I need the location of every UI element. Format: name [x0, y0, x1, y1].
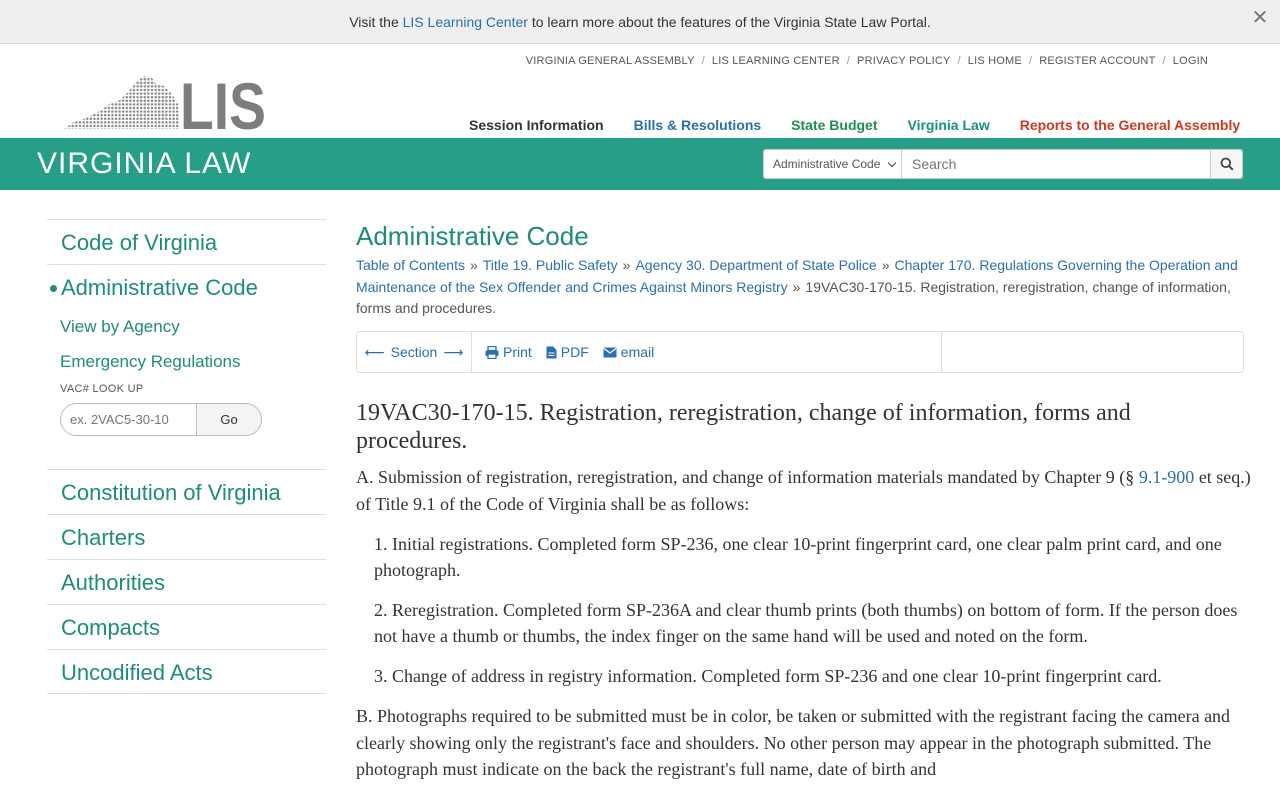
- email-label: email: [620, 344, 655, 360]
- active-indicator: [50, 285, 57, 292]
- paragraph-b: B. Photographs required to be submitted …: [356, 706, 1231, 779]
- file-icon: [546, 346, 557, 358]
- breadcrumb-agency-30[interactable]: Agency 30. Department of State Police: [635, 257, 876, 273]
- breadcrumb-table-of-contents[interactable]: Table of Contents: [356, 257, 465, 273]
- nav-session-information[interactable]: Session Information: [469, 117, 604, 133]
- sidebar-item-compacts[interactable]: Compacts: [47, 604, 326, 649]
- banner-text-prefix: Visit the: [349, 14, 403, 30]
- nav-state-budget[interactable]: State Budget: [791, 117, 877, 133]
- print-button[interactable]: Print: [485, 344, 532, 360]
- list-item: 1. Initial registrations. Completed form…: [374, 534, 1222, 580]
- search-icon: [1220, 157, 1234, 171]
- code-reference-link[interactable]: 9.1-900: [1139, 467, 1195, 487]
- sidebar-item-administrative-code[interactable]: Administrative Code: [47, 264, 326, 309]
- utility-link-register-account[interactable]: REGISTER ACCOUNT: [1039, 55, 1155, 67]
- nav-reports[interactable]: Reports to the General Assembly: [1020, 117, 1240, 133]
- banner-learning-center-link[interactable]: LIS Learning Center: [403, 14, 528, 30]
- paragraph-a: A. Submission of registration, reregistr…: [356, 464, 1256, 517]
- sidebar: Code of Virginia Administrative Code Vie…: [47, 219, 326, 694]
- virginia-map-dots-icon: LIS: [64, 69, 266, 143]
- section-body: 19VAC30-170-15. Registration, reregistra…: [356, 399, 1256, 783]
- sidebar-item-uncodified-acts[interactable]: Uncodified Acts: [47, 649, 326, 694]
- section-header-bar: VIRGINIA LAW Administrative Code: [0, 138, 1280, 190]
- sidebar-item-constitution[interactable]: Constitution of Virginia: [47, 469, 326, 514]
- section-label: Section: [390, 344, 438, 360]
- breadcrumb: Table of Contents» Title 19. Public Safet…: [356, 257, 1238, 316]
- toolbar-divider: [941, 332, 942, 372]
- search-button[interactable]: [1211, 149, 1243, 179]
- vac-lookup-label: VAC# LOOK UP: [60, 383, 144, 395]
- utility-link-general-assembly[interactable]: VIRGINIA GENERAL ASSEMBLY: [526, 55, 695, 67]
- paragraph-a-text: A. Submission of registration, reregistr…: [356, 467, 1139, 487]
- section-nav: ⟵ Section ⟶: [357, 332, 472, 372]
- page-title: Administrative Code: [356, 221, 589, 251]
- vac-lookup: VAC# LOOK UP Go: [47, 379, 326, 469]
- lis-logo[interactable]: LIS: [64, 69, 266, 143]
- document-actions: Print PDF email: [485, 332, 668, 372]
- sidebar-subitem-view-by-agency[interactable]: View by Agency: [47, 309, 326, 344]
- main-nav: Session Information Bills & Resolutions St…: [469, 117, 1240, 133]
- document-toolbar: ⟵ Section ⟶ Print PDF email: [356, 331, 1244, 373]
- sidebar-item-charters[interactable]: Charters: [47, 514, 326, 559]
- utility-link-lis-home[interactable]: LIS HOME: [968, 55, 1022, 67]
- nav-virginia-law[interactable]: Virginia Law: [908, 117, 990, 133]
- sidebar-item-code-of-virginia[interactable]: Code of Virginia: [47, 219, 326, 264]
- print-icon: [485, 345, 499, 359]
- pdf-label: PDF: [560, 344, 589, 360]
- list-item: 2. Reregistration. Completed form SP-236…: [374, 600, 1238, 646]
- svg-text:LIS: LIS: [180, 74, 266, 132]
- banner-text-suffix: to learn more about the features of the …: [527, 14, 931, 30]
- section-heading: 19VAC30-170-15. Registration, reregistra…: [356, 400, 1131, 454]
- pdf-button[interactable]: PDF: [546, 344, 589, 360]
- utility-link-learning-center[interactable]: LIS LEARNING CENTER: [712, 55, 840, 67]
- utility-link-login[interactable]: LOGIN: [1173, 55, 1208, 67]
- search-group: Administrative Code: [763, 149, 1243, 179]
- breadcrumb-title-19[interactable]: Title 19. Public Safety: [483, 257, 618, 273]
- utility-nav: VIRGINIA GENERAL ASSEMBLY / LIS LEARNING C…: [525, 55, 1208, 67]
- sidebar-item-authorities[interactable]: Authorities: [47, 559, 326, 604]
- email-button[interactable]: email: [603, 344, 654, 360]
- list-item: 3. Change of address in registry informa…: [374, 666, 1162, 686]
- sidebar-item-label: Administrative Code: [61, 275, 258, 300]
- section-title: VIRGINIA LAW: [37, 147, 252, 180]
- nav-bills-resolutions[interactable]: Bills & Resolutions: [634, 117, 762, 133]
- next-section-arrow-icon[interactable]: ⟶: [443, 344, 463, 361]
- announcement-banner: Visit the LIS Learning Center to learn m…: [0, 0, 1280, 44]
- utility-link-privacy-policy[interactable]: PRIVACY POLICY: [857, 55, 950, 67]
- vac-lookup-input[interactable]: [60, 403, 197, 436]
- close-icon[interactable]: ✕: [1250, 6, 1270, 30]
- print-label: Print: [503, 344, 532, 360]
- envelope-icon: [603, 347, 617, 357]
- vac-go-button[interactable]: Go: [197, 403, 262, 436]
- previous-section-arrow-icon[interactable]: ⟵: [365, 344, 385, 361]
- main-content: Administrative Code Table of Contents» Ti…: [356, 219, 1256, 779]
- search-input[interactable]: [902, 149, 1211, 179]
- search-scope-select[interactable]: Administrative Code: [763, 149, 902, 179]
- sidebar-subitem-emergency-regulations[interactable]: Emergency Regulations: [47, 344, 326, 379]
